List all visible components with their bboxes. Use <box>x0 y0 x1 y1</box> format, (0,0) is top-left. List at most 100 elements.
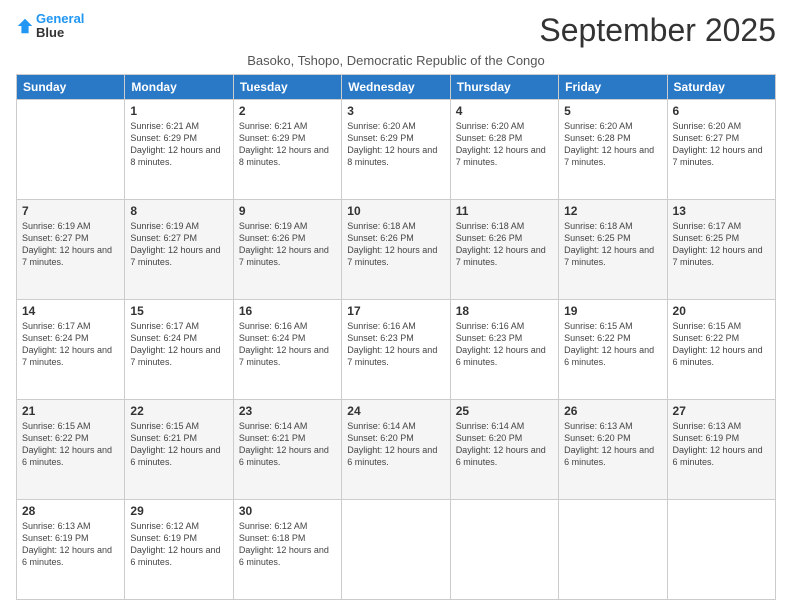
month-title: September 2025 <box>539 12 776 49</box>
table-row: 26 Sunrise: 6:13 AM Sunset: 6:20 PM Dayli… <box>559 400 667 500</box>
day-number: 6 <box>673 104 770 118</box>
day-number: 4 <box>456 104 553 118</box>
logo: General Blue <box>16 12 84 41</box>
day-number: 27 <box>673 404 770 418</box>
day-number: 17 <box>347 304 444 318</box>
day-info: Sunrise: 6:15 AM Sunset: 6:22 PM Dayligh… <box>22 420 119 469</box>
day-info: Sunrise: 6:13 AM Sunset: 6:20 PM Dayligh… <box>564 420 661 469</box>
calendar-week-3: 14 Sunrise: 6:17 AM Sunset: 6:24 PM Dayli… <box>17 300 776 400</box>
logo-icon <box>16 17 34 35</box>
day-number: 10 <box>347 204 444 218</box>
day-info: Sunrise: 6:15 AM Sunset: 6:21 PM Dayligh… <box>130 420 227 469</box>
col-wednesday: Wednesday <box>342 75 450 100</box>
day-info: Sunrise: 6:15 AM Sunset: 6:22 PM Dayligh… <box>564 320 661 369</box>
col-friday: Friday <box>559 75 667 100</box>
table-row: 5Sunrise: 6:20 AM Sunset: 6:28 PM Daylig… <box>559 100 667 200</box>
table-row <box>450 500 558 600</box>
table-row: 9 Sunrise: 6:19 AM Sunset: 6:26 PM Daylig… <box>233 200 341 300</box>
day-number: 1 <box>130 104 227 118</box>
day-number: 7 <box>22 204 119 218</box>
day-info: Sunrise: 6:19 AM Sunset: 6:26 PM Dayligh… <box>239 220 336 269</box>
day-number: 25 <box>456 404 553 418</box>
day-info: Sunrise: 6:16 AM Sunset: 6:23 PM Dayligh… <box>456 320 553 369</box>
table-row <box>342 500 450 600</box>
table-row <box>559 500 667 600</box>
day-number: 13 <box>673 204 770 218</box>
day-info: Sunrise: 6:21 AM Sunset: 6:29 PM Dayligh… <box>130 120 227 169</box>
table-row: 17 Sunrise: 6:16 AM Sunset: 6:23 PM Dayli… <box>342 300 450 400</box>
day-number: 28 <box>22 504 119 518</box>
day-number: 30 <box>239 504 336 518</box>
table-row: 13 Sunrise: 6:17 AM Sunset: 6:25 PM Dayli… <box>667 200 775 300</box>
day-info: Sunrise: 6:19 AM Sunset: 6:27 PM Dayligh… <box>22 220 119 269</box>
day-number: 9 <box>239 204 336 218</box>
day-number: 14 <box>22 304 119 318</box>
logo-text: General Blue <box>36 12 84 41</box>
day-info: Sunrise: 6:16 AM Sunset: 6:24 PM Dayligh… <box>239 320 336 369</box>
col-saturday: Saturday <box>667 75 775 100</box>
col-tuesday: Tuesday <box>233 75 341 100</box>
day-number: 19 <box>564 304 661 318</box>
table-row: 4 Sunrise: 6:20 AM Sunset: 6:28 PM Daylig… <box>450 100 558 200</box>
day-number: 3 <box>347 104 444 118</box>
table-row: 21 Sunrise: 6:15 AM Sunset: 6:22 PM Dayli… <box>17 400 125 500</box>
table-row: 29 Sunrise: 6:12 AM Sunset: 6:19 PM Dayli… <box>125 500 233 600</box>
calendar-header-row: Sunday Monday Tuesday Wednesday Thursday… <box>17 75 776 100</box>
table-row <box>667 500 775 600</box>
table-row: 16 Sunrise: 6:16 AM Sunset: 6:24 PM Dayli… <box>233 300 341 400</box>
day-number: 22 <box>130 404 227 418</box>
day-info: Sunrise: 6:14 AM Sunset: 6:21 PM Dayligh… <box>239 420 336 469</box>
table-row: 28 Sunrise: 6:13 AM Sunset: 6:19 PM Dayli… <box>17 500 125 600</box>
day-info: Sunrise: 6:14 AM Sunset: 6:20 PM Dayligh… <box>456 420 553 469</box>
day-info: Sunrise: 6:17 AM Sunset: 6:24 PM Dayligh… <box>22 320 119 369</box>
day-info: Sunrise: 6:21 AM Sunset: 6:29 PM Dayligh… <box>239 120 336 169</box>
table-row: 8 Sunrise: 6:19 AM Sunset: 6:27 PM Daylig… <box>125 200 233 300</box>
calendar-week-5: 28 Sunrise: 6:13 AM Sunset: 6:19 PM Dayli… <box>17 500 776 600</box>
col-thursday: Thursday <box>450 75 558 100</box>
day-number: 15 <box>130 304 227 318</box>
table-row: 1 Sunrise: 6:21 AM Sunset: 6:29 PM Daylig… <box>125 100 233 200</box>
title-section: September 2025 <box>539 12 776 49</box>
subtitle: Basoko, Tshopo, Democratic Republic of t… <box>16 53 776 68</box>
calendar-week-4: 21 Sunrise: 6:15 AM Sunset: 6:22 PM Dayli… <box>17 400 776 500</box>
table-row: 15 Sunrise: 6:17 AM Sunset: 6:24 PM Dayli… <box>125 300 233 400</box>
day-number: 26 <box>564 404 661 418</box>
day-number: 20 <box>673 304 770 318</box>
day-info: Sunrise: 6:18 AM Sunset: 6:26 PM Dayligh… <box>347 220 444 269</box>
table-row: 19 Sunrise: 6:15 AM Sunset: 6:22 PM Dayli… <box>559 300 667 400</box>
table-row: 3Sunrise: 6:20 AM Sunset: 6:29 PM Daylig… <box>342 100 450 200</box>
calendar-week-2: 7 Sunrise: 6:19 AM Sunset: 6:27 PM Daylig… <box>17 200 776 300</box>
day-info: Sunrise: 6:12 AM Sunset: 6:19 PM Dayligh… <box>130 520 227 569</box>
day-number: 16 <box>239 304 336 318</box>
day-number: 21 <box>22 404 119 418</box>
day-info: Sunrise: 6:18 AM Sunset: 6:26 PM Dayligh… <box>456 220 553 269</box>
day-info: Sunrise: 6:20 AM Sunset: 6:28 PM Dayligh… <box>564 120 661 169</box>
day-number: 24 <box>347 404 444 418</box>
table-row: 20Sunrise: 6:15 AM Sunset: 6:22 PM Dayli… <box>667 300 775 400</box>
day-number: 29 <box>130 504 227 518</box>
day-info: Sunrise: 6:17 AM Sunset: 6:24 PM Dayligh… <box>130 320 227 369</box>
table-row: 12Sunrise: 6:18 AM Sunset: 6:25 PM Dayli… <box>559 200 667 300</box>
day-info: Sunrise: 6:20 AM Sunset: 6:27 PM Dayligh… <box>673 120 770 169</box>
table-row: 7 Sunrise: 6:19 AM Sunset: 6:27 PM Daylig… <box>17 200 125 300</box>
table-row <box>17 100 125 200</box>
day-number: 18 <box>456 304 553 318</box>
table-row: 6 Sunrise: 6:20 AM Sunset: 6:27 PM Daylig… <box>667 100 775 200</box>
table-row: 10 Sunrise: 6:18 AM Sunset: 6:26 PM Dayli… <box>342 200 450 300</box>
table-row: 2Sunrise: 6:21 AM Sunset: 6:29 PM Daylig… <box>233 100 341 200</box>
day-info: Sunrise: 6:16 AM Sunset: 6:23 PM Dayligh… <box>347 320 444 369</box>
day-number: 11 <box>456 204 553 218</box>
table-row: 23 Sunrise: 6:14 AM Sunset: 6:21 PM Dayli… <box>233 400 341 500</box>
table-row: 18 Sunrise: 6:16 AM Sunset: 6:23 PM Dayli… <box>450 300 558 400</box>
day-number: 23 <box>239 404 336 418</box>
day-info: Sunrise: 6:17 AM Sunset: 6:25 PM Dayligh… <box>673 220 770 269</box>
day-info: Sunrise: 6:14 AM Sunset: 6:20 PM Dayligh… <box>347 420 444 469</box>
day-info: Sunrise: 6:13 AM Sunset: 6:19 PM Dayligh… <box>22 520 119 569</box>
day-info: Sunrise: 6:12 AM Sunset: 6:18 PM Dayligh… <box>239 520 336 569</box>
day-number: 8 <box>130 204 227 218</box>
table-row: 22 Sunrise: 6:15 AM Sunset: 6:21 PM Dayli… <box>125 400 233 500</box>
table-row: 30 Sunrise: 6:12 AM Sunset: 6:18 PM Dayli… <box>233 500 341 600</box>
day-info: Sunrise: 6:20 AM Sunset: 6:28 PM Dayligh… <box>456 120 553 169</box>
header: General Blue September 2025 <box>16 12 776 49</box>
day-info: Sunrise: 6:19 AM Sunset: 6:27 PM Dayligh… <box>130 220 227 269</box>
